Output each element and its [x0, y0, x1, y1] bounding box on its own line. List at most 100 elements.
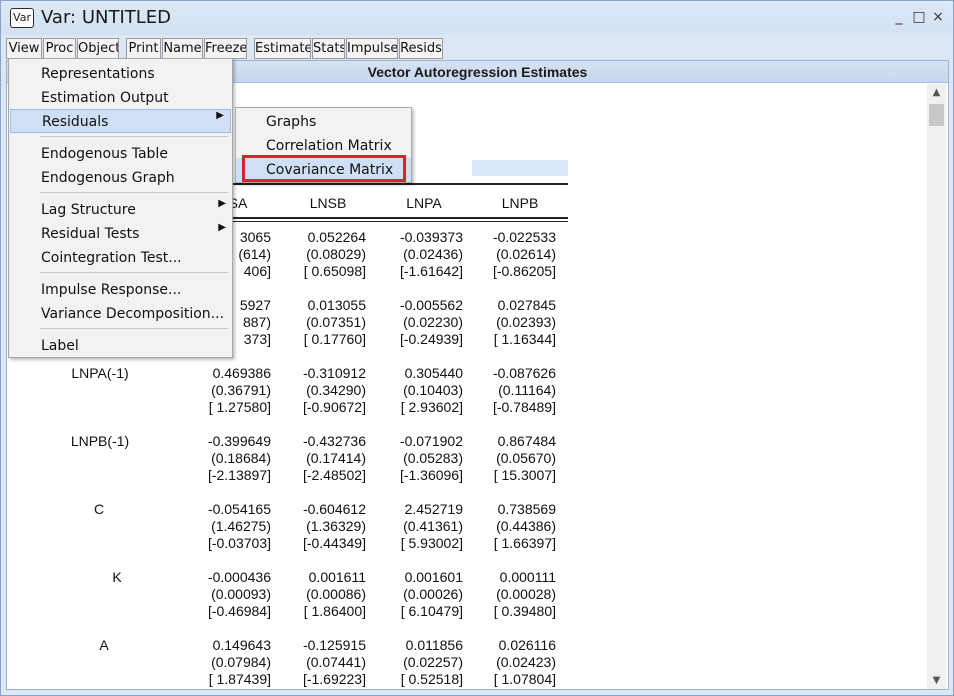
- table-cell: (0.02423): [496, 654, 556, 670]
- table-cell: 0.000111: [499, 569, 556, 585]
- table-cell: [ 1.07804]: [493, 671, 556, 687]
- menu-separator: [40, 272, 228, 273]
- name-button[interactable]: Name: [162, 38, 203, 59]
- table-cell: (0.17414): [306, 450, 366, 466]
- table-cell: -0.022533: [492, 229, 556, 245]
- close-icon[interactable]: ×: [930, 9, 946, 25]
- minimize-icon[interactable]: _: [891, 9, 907, 25]
- table-cell: (0.00086): [306, 586, 366, 602]
- maximize-icon[interactable]: □: [911, 9, 927, 25]
- table-cell: -0.604612: [302, 501, 366, 517]
- scroll-down-icon[interactable]: ▼: [927, 672, 946, 689]
- estimate-button[interactable]: Estimate: [254, 38, 311, 59]
- menu-item-residual-tests[interactable]: Residual Tests ▶: [9, 222, 232, 246]
- menu-item-residuals[interactable]: Residuals ▶: [10, 109, 231, 133]
- table-cell: [-0.90672]: [302, 399, 366, 415]
- table-cell: -0.071902: [399, 433, 463, 449]
- menu-item-label: Residual Tests: [41, 226, 140, 242]
- row-label: K: [112, 569, 122, 585]
- table-cell: 0.001601: [404, 569, 463, 585]
- menu-item-impulse-response[interactable]: Impulse Response...: [9, 278, 232, 302]
- menu-item-endogenous-graph[interactable]: Endogenous Graph: [9, 166, 232, 190]
- table-cell: [ 1.87439]: [208, 671, 271, 687]
- menu-item-estimation-output[interactable]: Estimation Output: [9, 86, 232, 110]
- table-cell: [ 1.66397]: [493, 535, 556, 551]
- table-cell: 0.027845: [497, 297, 556, 313]
- window-title: Var: UNTITLED: [41, 7, 172, 28]
- stats-button[interactable]: Stats: [312, 38, 345, 59]
- var-window: Var Var: UNTITLED _ □ × View Proc Object…: [0, 0, 954, 696]
- var-app-icon: Var: [10, 8, 34, 28]
- scroll-thumb[interactable]: [929, 104, 944, 126]
- table-cell: [ 6.10479]: [400, 603, 463, 619]
- table-cell: (0.02257): [403, 654, 463, 670]
- column-header: LNSB: [309, 195, 347, 211]
- table-cell: -0.432736: [302, 433, 366, 449]
- resids-button[interactable]: Resids: [399, 38, 443, 59]
- table-cell: [ 1.86400]: [303, 603, 366, 619]
- highlight-callout: [242, 155, 406, 182]
- table-cell: 0.867484: [497, 433, 556, 449]
- table-cell: (0.05670): [496, 450, 556, 466]
- table-cell: (0.05283): [403, 450, 463, 466]
- residuals-submenu: Graphs Correlation Matrix Covariance Mat…: [235, 107, 412, 183]
- table-cell: 0.149643: [212, 637, 271, 653]
- menu-item-endogenous-table[interactable]: Endogenous Table: [9, 142, 232, 166]
- vertical-scrollbar[interactable]: ▲ ▼: [927, 84, 946, 689]
- table-cell: [ 0.65098]: [303, 263, 366, 279]
- table-cell: [-1.36096]: [399, 467, 463, 483]
- title-bar[interactable]: Var Var: UNTITLED _ □ ×: [1, 1, 953, 35]
- table-cell: [-0.86205]: [492, 263, 556, 279]
- object-button[interactable]: Object: [77, 38, 119, 59]
- view-button[interactable]: View: [6, 38, 42, 59]
- table-cell: (0.02393): [496, 314, 556, 330]
- menu-item-label: Residuals: [42, 114, 109, 130]
- scroll-up-icon[interactable]: ▲: [927, 84, 946, 102]
- menu-item-cointegration-test[interactable]: Cointegration Test...: [9, 246, 232, 270]
- impulse-button[interactable]: Impulse: [346, 38, 398, 59]
- table-cell: (0.00026): [403, 586, 463, 602]
- row-label: A: [99, 637, 109, 653]
- table-cell: (0.02614): [496, 246, 556, 262]
- table-cell: (0.02436): [403, 246, 463, 262]
- table-cell: 0.305440: [404, 365, 463, 381]
- table-cell: 0.469386: [212, 365, 271, 381]
- menu-item-label[interactable]: Label: [9, 334, 232, 358]
- table-cell: [-0.24939]: [399, 331, 463, 347]
- table-cell: (0.18684): [211, 450, 271, 466]
- table-cell: (0.41361): [403, 518, 463, 534]
- table-cell: 0.052264: [307, 229, 366, 245]
- table-cell: (0.07441): [306, 654, 366, 670]
- table-cell: (0.36791): [211, 382, 271, 398]
- table-cell: [ 15.3007]: [493, 467, 556, 483]
- table-cell: 0.001611: [308, 569, 366, 585]
- submenu-item-graphs[interactable]: Graphs: [236, 110, 411, 134]
- proc-button[interactable]: Proc: [43, 38, 76, 59]
- table-cell: 2.452719: [404, 501, 463, 517]
- table-cell: (0.07984): [211, 654, 271, 670]
- table-cell: 0.026116: [498, 637, 556, 653]
- table-cell: [-0.78489]: [492, 399, 556, 415]
- print-button[interactable]: Print: [126, 38, 161, 59]
- row-label: C: [93, 501, 105, 517]
- table-cell: -0.087626: [492, 365, 556, 381]
- table-cell: [-1.61642]: [399, 263, 463, 279]
- table-cell: (0.00093): [211, 586, 271, 602]
- table-cell: [ 0.17760]: [303, 331, 366, 347]
- table-cell: (1.36329): [306, 518, 366, 534]
- table-cell: -0.000436: [207, 569, 271, 585]
- table-cell: [ 2.93602]: [400, 399, 463, 415]
- table-cell: (0.34290): [306, 382, 366, 398]
- menu-separator: [40, 328, 228, 329]
- menu-item-representations[interactable]: Representations: [9, 62, 232, 86]
- table-cell: 0.011856: [405, 637, 463, 653]
- chevron-right-icon: ▶: [218, 198, 226, 209]
- freeze-button[interactable]: Freeze: [204, 38, 247, 59]
- selected-cell[interactable]: [472, 160, 568, 176]
- table-cell: [ 5.93002]: [400, 535, 463, 551]
- table-cell: (1.46275): [211, 518, 271, 534]
- column-header: LNPB: [501, 195, 539, 211]
- menu-item-lag-structure[interactable]: Lag Structure ▶: [9, 198, 232, 222]
- menu-item-variance-decomposition[interactable]: Variance Decomposition...: [9, 302, 232, 326]
- table-cell: (0.00028): [496, 586, 556, 602]
